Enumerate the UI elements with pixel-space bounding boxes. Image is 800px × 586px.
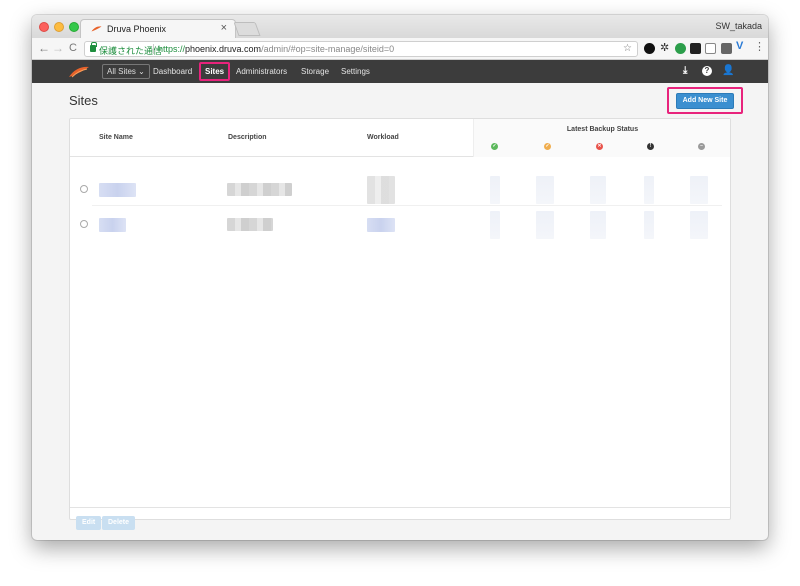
failed-icon: ✕ [596, 143, 603, 150]
help-icon[interactable]: ? [702, 66, 712, 76]
row-divider [92, 205, 722, 206]
extension-icon[interactable] [644, 43, 655, 54]
app-header: All Sites ⌄ Dashboard Sites Administrato… [32, 60, 768, 83]
forward-button[interactable]: → [52, 41, 64, 55]
back-button[interactable]: ← [38, 41, 50, 55]
backup-status-header: Latest Backup Status ✓ ✓ ✕ ! – [473, 119, 730, 157]
redacted-status-cell [690, 176, 708, 204]
sites-highlight-box [199, 62, 230, 81]
column-header-latest-backup-status: Latest Backup Status [566, 126, 639, 133]
url-text: https://phoenix.druva.com/admin/#op=site… [158, 44, 394, 54]
redacted-workload [367, 176, 395, 204]
v-extension-icon[interactable]: V [736, 40, 747, 52]
row-select-radio[interactable] [80, 220, 88, 228]
nav-administrators[interactable]: Administrators [236, 67, 287, 76]
extension-icon[interactable] [690, 43, 701, 54]
redacted-site-name[interactable] [99, 218, 126, 232]
url-scheme: https:// [158, 44, 186, 54]
add-new-site-button[interactable]: Add New Site [676, 93, 734, 109]
url-path: /admin/#op=site-manage/siteid=0 [261, 44, 395, 54]
reload-button[interactable]: C [69, 41, 77, 55]
minimize-window-button[interactable] [54, 22, 64, 32]
close-window-button[interactable] [39, 22, 49, 32]
nav-dashboard[interactable]: Dashboard [153, 67, 192, 76]
redacted-description [227, 218, 273, 231]
column-header-workload[interactable]: Workload [367, 134, 399, 141]
druva-favicon-icon [91, 26, 102, 32]
maximize-window-button[interactable] [69, 22, 79, 32]
download-icon[interactable]: ⤓ [683, 65, 687, 76]
tab-title: Druva Phoenix [107, 24, 167, 34]
browser-profile-name[interactable]: SW_takada [715, 21, 762, 31]
redacted-status-cell [536, 176, 554, 204]
sites-table-panel: Site Name Description Workload Latest Ba… [69, 118, 731, 530]
lock-icon [90, 42, 97, 52]
table-row[interactable] [70, 209, 730, 241]
page-title: Sites [69, 93, 98, 108]
nav-storage[interactable]: Storage [301, 67, 329, 76]
browser-tab[interactable]: Druva Phoenix × [80, 19, 236, 38]
tab-bar: Druva Phoenix × SW_takada [32, 15, 768, 38]
omnibox-divider [153, 44, 154, 54]
nav-settings[interactable]: Settings [341, 67, 370, 76]
warning-icon: ✓ [544, 143, 551, 150]
redacted-status-cell [490, 176, 500, 204]
column-header-site-name[interactable]: Site Name [99, 134, 133, 141]
delete-button[interactable]: Delete [102, 516, 136, 530]
row-select-radio[interactable] [80, 185, 88, 193]
redacted-site-name[interactable] [99, 183, 136, 197]
redacted-description [227, 183, 292, 196]
redacted-status-cell [536, 211, 554, 239]
redacted-status-cell [490, 211, 500, 239]
extension-icon[interactable] [705, 43, 716, 54]
tab-close-icon[interactable]: × [221, 22, 227, 34]
druva-logo-icon[interactable] [68, 66, 90, 78]
site-selector-dropdown[interactable]: All Sites ⌄ [102, 64, 150, 79]
new-tab-button[interactable] [233, 22, 261, 36]
redacted-status-cell [690, 211, 708, 239]
column-header-description[interactable]: Description [228, 134, 267, 141]
redacted-status-cell [590, 211, 606, 239]
address-bar-row: ← → C 保護された通信 https://phoenix.druva.com/… [32, 38, 768, 60]
table-row[interactable] [70, 174, 730, 206]
user-icon[interactable]: 👤 [722, 65, 734, 76]
redacted-status-cell [590, 176, 606, 204]
url-host: phoenix.druva.com [185, 44, 262, 54]
table-header: Site Name Description Workload Latest Ba… [70, 119, 730, 157]
error-icon: ! [647, 143, 654, 150]
redacted-status-cell [644, 211, 654, 239]
success-icon: ✓ [491, 143, 498, 150]
gear-extension-icon[interactable]: ✲ [660, 41, 671, 54]
extension-icon[interactable] [721, 43, 732, 54]
redacted-workload [367, 218, 395, 232]
browser-window: Druva Phoenix × SW_takada ← → C 保護された通信 … [32, 15, 768, 540]
edit-button[interactable]: Edit [76, 516, 102, 530]
extension-icon[interactable] [675, 43, 686, 54]
url-input[interactable]: 保護された通信 https://phoenix.druva.com/admin/… [84, 41, 638, 57]
bookmark-star-icon[interactable]: ☆ [623, 43, 632, 54]
redacted-status-cell [644, 176, 654, 204]
browser-menu-icon[interactable]: ⋮ [754, 40, 765, 53]
skipped-icon: – [698, 143, 705, 150]
panel-footer-divider [70, 507, 730, 508]
